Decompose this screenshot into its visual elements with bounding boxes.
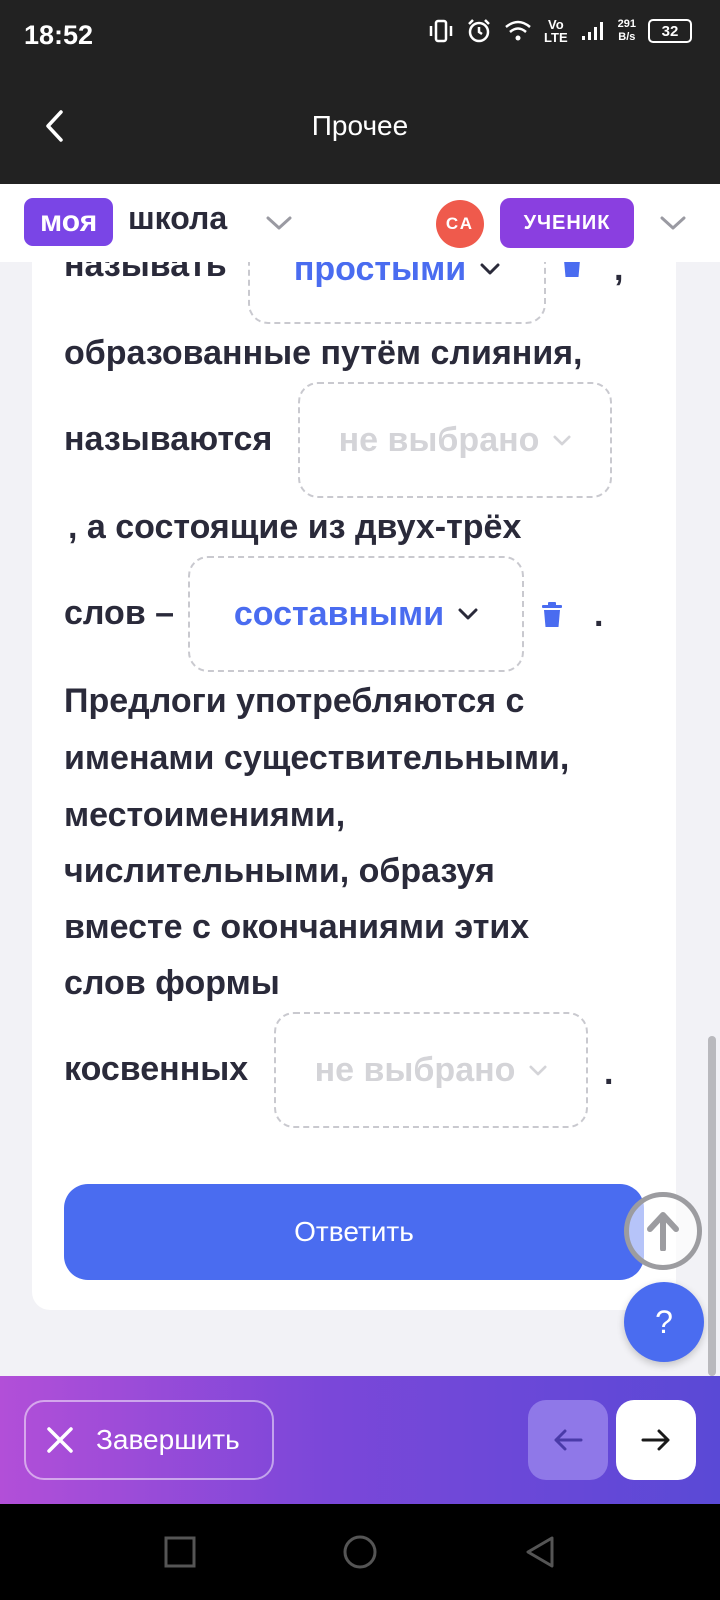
square-icon [164, 1536, 196, 1568]
status-icons: Vo LTE 291 B/s 32 [428, 18, 692, 44]
exercise-text-line5: слов – [64, 594, 175, 632]
dropdown-3-value: составными [233, 594, 445, 633]
paragraph-line-6: слов формы [64, 964, 280, 1002]
chevron-down-icon [458, 608, 478, 620]
chevron-down-icon [266, 216, 292, 230]
clear-answer-3-button[interactable] [538, 600, 566, 630]
chevron-down-icon [480, 263, 500, 275]
help-button[interactable]: ? [624, 1282, 704, 1362]
status-time: 18:52 [24, 20, 94, 50]
alarm-icon [466, 18, 492, 44]
paragraph-line-5: вместе с окончаниями этих [64, 908, 530, 946]
volte-icon: Vo LTE [544, 17, 568, 45]
paragraph-line-1: Предлоги употребляются с [64, 682, 525, 720]
dropdown-answer-3[interactable]: составными [188, 556, 524, 672]
exercise-text-last-line: косвенных [64, 1050, 249, 1088]
network-speed: 291 B/s [618, 18, 636, 44]
status-bar: 18:52 Vo LTE 291 B/s 32 [0, 0, 720, 72]
dropdown-answer-4[interactable]: не выбрано [274, 1012, 588, 1128]
signal-icon [580, 20, 606, 42]
dropdown-answer-2[interactable]: не выбрано [298, 382, 612, 498]
school-bar: моя школа СА УЧЕНИК [0, 184, 720, 262]
exercise-text-line3: называются [64, 420, 273, 458]
avatar[interactable]: СА [436, 200, 484, 248]
chevron-down-icon [660, 216, 686, 230]
exercise-text-line2: образованные путём слияния, [64, 334, 583, 372]
dropdown-2-placeholder: не выбрано [338, 420, 540, 459]
arrow-left-icon [554, 1429, 583, 1451]
bottom-action-bar: Завершить [0, 1376, 720, 1504]
next-button[interactable] [616, 1400, 696, 1480]
paragraph-line-2: именами существительными, [64, 739, 570, 777]
recents-button[interactable] [160, 1532, 200, 1572]
speed-unit: B/s [618, 31, 636, 43]
previous-button[interactable] [528, 1400, 608, 1480]
home-button[interactable] [340, 1532, 380, 1572]
close-icon [47, 1427, 73, 1453]
wifi-icon [504, 19, 532, 43]
submit-answer-button[interactable]: Ответить [64, 1184, 644, 1280]
finish-label: Завершить [96, 1424, 240, 1455]
exercise-text-period-2: . [604, 1054, 614, 1092]
circle-icon [343, 1535, 377, 1569]
system-nav-bar [0, 1504, 720, 1600]
logo-shkola: школа [128, 200, 228, 236]
school-menu-chevron[interactable] [264, 208, 294, 238]
paragraph-line-3: местоимениями, [64, 796, 346, 834]
paragraph-line-4: числительными, образуя [64, 852, 495, 890]
page-title: Прочее [311, 110, 409, 141]
system-back-button[interactable] [520, 1532, 560, 1572]
finish-button[interactable]: Завершить [24, 1400, 274, 1480]
battery-icon: 32 [648, 19, 692, 43]
app-header: Прочее [0, 72, 720, 184]
exercise-text-period-1: . [594, 596, 604, 634]
trash-icon [542, 602, 562, 627]
role-badge[interactable]: УЧЕНИК [500, 198, 634, 248]
speed-value: 291 [617, 18, 636, 30]
logo-moya: моя [24, 198, 114, 246]
dropdown-4-placeholder: не выбрано [314, 1050, 516, 1089]
triangle-back-icon [526, 1536, 554, 1568]
role-menu-chevron[interactable] [658, 208, 688, 238]
arrow-up-icon [647, 1212, 679, 1251]
arrow-right-icon [641, 1429, 670, 1451]
chevron-down-icon [553, 435, 571, 445]
scrollbar[interactable] [708, 1036, 716, 1376]
exercise-text-line4: , а состоящие из двух-трёх [68, 508, 522, 546]
chevron-down-icon [529, 1065, 547, 1075]
scroll-to-top-button[interactable] [624, 1192, 702, 1270]
vibrate-icon [428, 18, 454, 44]
